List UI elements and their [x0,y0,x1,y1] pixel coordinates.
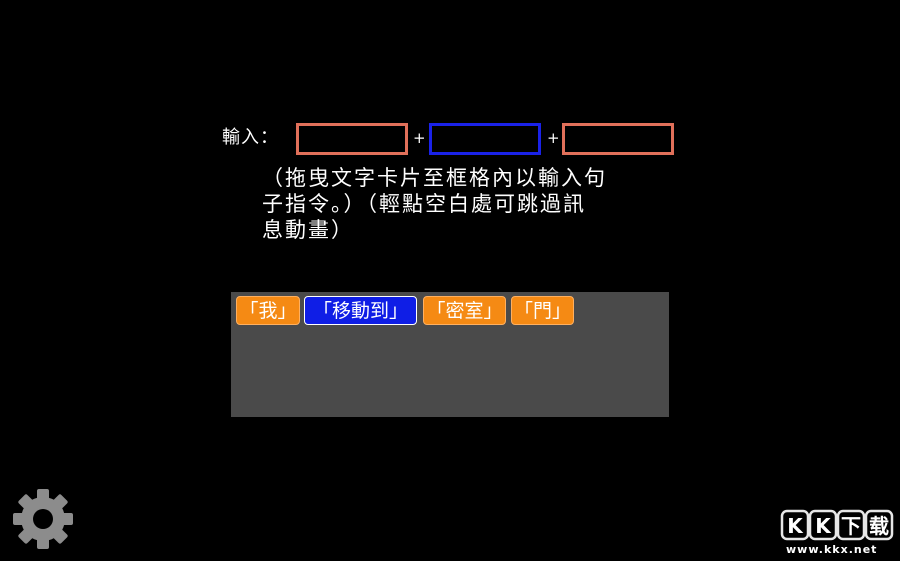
kkx-logo: K K 下 载 [780,509,894,541]
plus-sign-1: + [413,129,426,147]
instruction-line: （拖曳文字卡片至框格內以輸入句 [262,166,607,190]
word-card-move-to[interactable]: 「移動到」 [304,296,417,325]
gear-icon [13,489,73,549]
watermark-url: www.kkx.net [786,543,878,556]
word-card-tray: 「我」 「移動到」 「密室」 「門」 [231,292,669,417]
instruction-line: 子指令。）（輕點空白處可跳過訊 [262,192,586,216]
instruction-line: 息動畫） [262,218,354,242]
word-card-me[interactable]: 「我」 [236,296,300,325]
sentence-input-label: 輸入： [222,127,279,148]
svg-text:K: K [787,514,804,538]
subject-slot[interactable] [296,123,408,155]
svg-text:K: K [815,514,832,538]
object-slot[interactable] [562,123,674,155]
word-card-door[interactable]: 「門」 [511,296,574,325]
svg-text:载: 载 [869,514,889,538]
word-card-secret-room[interactable]: 「密室」 [423,296,506,325]
watermark: K K 下 载 www.kkx.net [780,507,896,559]
verb-slot[interactable] [429,123,541,155]
plus-sign-2: + [547,129,560,147]
instruction-text: （拖曳文字卡片至框格內以輸入句 子指令。）（輕點空白處可跳過訊 息動畫） [262,165,646,243]
settings-button[interactable] [11,487,75,551]
svg-text:下: 下 [841,514,861,538]
